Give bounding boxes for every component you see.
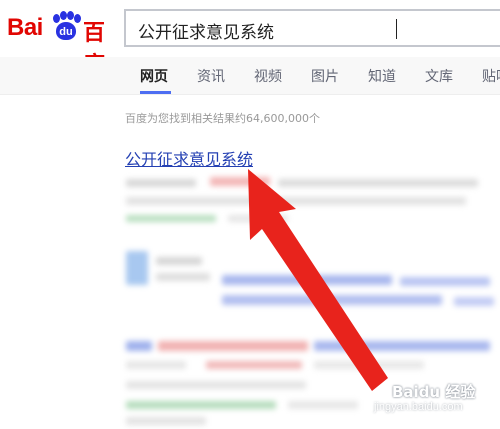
watermark-text: Baidu 经验	[392, 383, 476, 401]
watermark-sub: jingyan.baidu.com	[374, 401, 463, 413]
result-count: 百度为您找到相关结果约64,600,000个	[125, 112, 320, 125]
text-caret	[396, 19, 397, 39]
tab-tieba[interactable]: 贴吧	[482, 66, 500, 86]
tab-video[interactable]: 视频	[254, 66, 282, 86]
tab-web[interactable]: 网页	[140, 66, 168, 86]
tab-wenku[interactable]: 文库	[425, 66, 453, 86]
baidu-logo[interactable]: Bai du 百度	[7, 11, 119, 78]
tab-zhidao[interactable]: 知道	[368, 66, 396, 86]
tab-news[interactable]: 资讯	[197, 66, 225, 86]
paw-icon: du	[51, 11, 81, 43]
tab-images[interactable]: 图片	[311, 66, 339, 86]
active-tab-indicator	[140, 91, 171, 94]
header: Bai du 百度 公开征求意见系统	[0, 0, 500, 78]
search-input[interactable]: 公开征求意见系统	[124, 9, 500, 47]
nav-tabs: 网页 资讯 视频 图片 知道 文库 贴吧	[0, 57, 500, 95]
logo-badge: du	[59, 26, 73, 38]
search-query[interactable]: 公开征求意见系统	[138, 18, 274, 43]
baidu-jingyan-watermark: Baidu 经验 jingyan.baidu.com	[372, 375, 490, 415]
logo-latin: Bai	[7, 14, 43, 41]
